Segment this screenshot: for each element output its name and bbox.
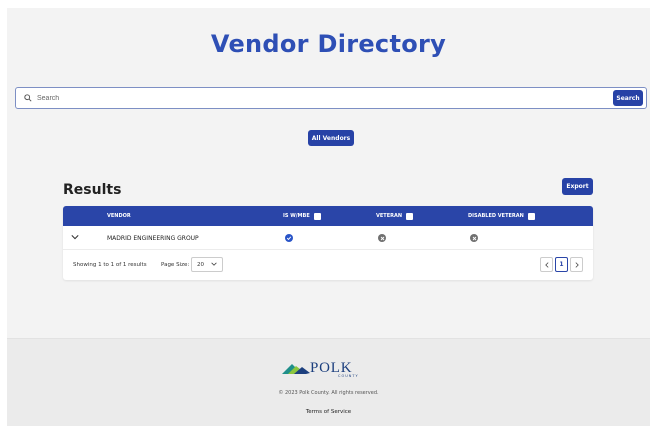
next-page-button[interactable] — [570, 257, 583, 272]
chevron-down-icon — [211, 262, 217, 268]
table-header: VENDOR IS W/MBE VETERAN DISABLED VETERAN — [63, 206, 593, 226]
chevron-right-icon — [575, 261, 579, 268]
search-bar: Search — [15, 87, 647, 109]
bird-logo-icon — [282, 364, 310, 374]
expand-row-button[interactable] — [71, 226, 79, 250]
column-header-disabled-veteran: DISABLED VETERAN — [468, 206, 535, 226]
results-heading: Results — [63, 182, 122, 198]
page-number-button[interactable]: 1 — [555, 257, 568, 272]
search-input[interactable] — [37, 94, 613, 102]
results-count-text: Showing 1 to 1 of 1 results — [73, 262, 147, 268]
search-icon — [22, 92, 34, 104]
column-header-veteran: VETERAN — [376, 206, 414, 226]
x-circle-icon — [378, 234, 386, 242]
is-wmbe-filter-checkbox[interactable] — [313, 212, 321, 220]
page-title: Vendor Directory — [210, 30, 447, 58]
is-wmbe-status — [285, 226, 293, 250]
page-size-select[interactable]: 20 — [191, 257, 223, 272]
x-circle-icon — [470, 234, 478, 242]
terms-of-service-link[interactable]: Terms of Service — [7, 409, 650, 415]
veteran-filter-checkbox[interactable] — [406, 212, 414, 220]
site-footer: POLK COUNTY © 2023 Polk County. All righ… — [7, 338, 650, 426]
column-label-is-wmbe: IS W/MBE — [283, 213, 310, 219]
column-header-is-wmbe: IS W/MBE — [283, 206, 321, 226]
vendor-name: MADRID ENGINEERING GROUP — [107, 234, 199, 242]
results-table: VENDOR IS W/MBE VETERAN DISABLED VETERAN — [63, 206, 593, 280]
previous-page-button[interactable] — [540, 257, 553, 272]
disabled-veteran-filter-checkbox[interactable] — [527, 212, 535, 220]
table-row: MADRID ENGINEERING GROUP — [63, 226, 593, 250]
veteran-status — [378, 226, 386, 250]
page-size-value: 20 — [197, 261, 204, 268]
column-header-vendor[interactable]: VENDOR — [107, 206, 131, 226]
chevron-left-icon — [544, 261, 548, 268]
chevron-down-icon — [71, 234, 79, 242]
polk-county-logo: POLK COUNTY — [282, 358, 372, 378]
page-size-label: Page Size: — [161, 262, 190, 268]
search-button[interactable]: Search — [613, 90, 643, 106]
check-circle-icon — [285, 234, 293, 242]
export-button[interactable]: Export — [562, 178, 593, 195]
page-background: Vendor Directory Search All Vendors Resu… — [7, 8, 650, 426]
pagination: 1 — [540, 257, 583, 272]
table-footer: Showing 1 to 1 of 1 results Page Size: 2… — [63, 250, 593, 280]
logo-subtext: COUNTY — [338, 374, 359, 378]
copyright-text: © 2023 Polk County. All rights reserved. — [278, 390, 379, 396]
column-label-disabled-veteran: DISABLED VETERAN — [468, 213, 524, 219]
column-label-vendor: VENDOR — [107, 213, 131, 219]
disabled-veteran-status — [470, 226, 478, 250]
column-label-veteran: VETERAN — [376, 213, 403, 219]
all-vendors-button[interactable]: All Vendors — [308, 130, 354, 146]
